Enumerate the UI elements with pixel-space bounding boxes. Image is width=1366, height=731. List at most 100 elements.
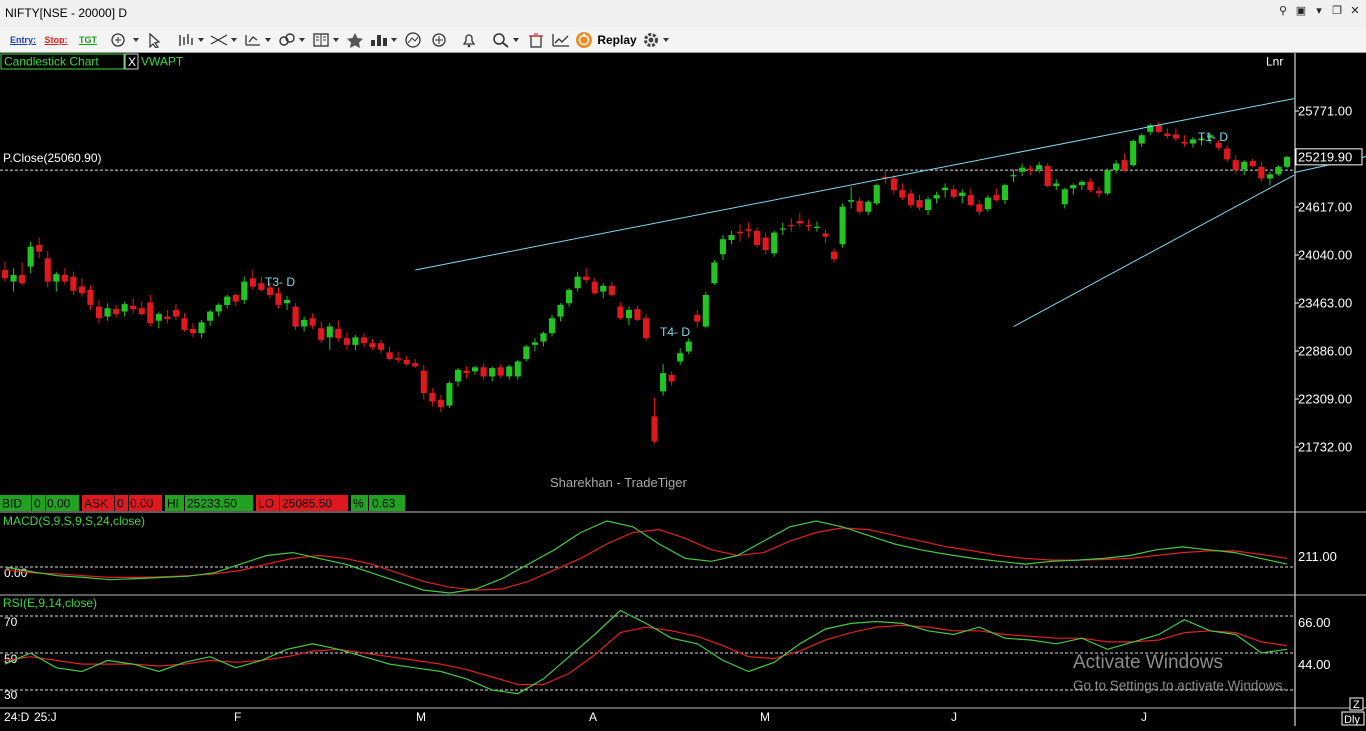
replay-button[interactable]: Replay [574,30,638,49]
trendline[interactable] [1013,174,1295,327]
link-button[interactable] [276,30,308,49]
drawing-tools-button[interactable] [208,30,240,49]
zoom-reset-label[interactable]: Z [1353,699,1360,711]
periodicity-label[interactable]: Dly [1344,714,1360,726]
candle-down [796,212,803,227]
compare-button[interactable] [368,30,400,49]
candle-up [283,295,291,310]
templates-button[interactable] [310,30,342,49]
candle-body [1283,156,1291,167]
prev-close-label: P.Close(25060.90) [3,151,102,165]
candle-body [600,285,607,292]
candle-body [822,233,829,237]
chart-canvas[interactable]: Candlestick Chart X VWAPT Lnr P.Close(25… [0,53,1366,726]
indicator-menu-button[interactable] [108,30,140,49]
close-icon[interactable]: ✕ [1348,4,1362,18]
rsi-label[interactable]: RSI(E,9,14,close) [3,596,97,610]
candle-body [660,373,667,392]
candle-down [360,333,368,348]
cursor-tool-button[interactable] [144,30,166,49]
x-label-24d: 24:D [4,710,30,724]
scanner-button[interactable] [402,30,424,49]
user-icon[interactable]: ▣ [1294,4,1308,18]
candle-body [249,278,256,287]
macd-zero-label: 0.00 [4,566,28,580]
alerts-button[interactable] [458,30,480,49]
candle-body [1053,183,1060,186]
chart-type-label[interactable]: Candlestick Chart [4,55,99,69]
trendline[interactable] [415,98,1295,271]
candle-body [19,274,26,284]
chart-type-button[interactable] [176,30,206,49]
studies-button[interactable] [550,30,572,49]
replay-label: Replay [597,32,637,47]
macd-label[interactable]: MACD(S,9,S,9,S,24,close) [3,514,145,528]
x-label-apr: A [589,710,597,724]
scale-type-label[interactable]: Lnr [1266,55,1283,69]
delete-button[interactable] [526,30,546,49]
search-icon[interactable]: ⚲ [1276,4,1290,18]
candle-body [642,318,650,339]
vwap-label[interactable]: VWAPT [141,55,184,69]
zoom-button[interactable] [490,30,522,49]
ask-qty: 0 [117,497,124,511]
trendline-label-t1[interactable]: T1- D [1198,130,1228,144]
trendline-label-t3[interactable]: T3- D [265,275,295,289]
target-button[interactable]: TGT [74,30,102,49]
link-icon [279,32,305,46]
candle-body [788,225,795,227]
restore-icon[interactable]: ❐ [1330,4,1344,18]
chevron-down-icon[interactable]: ▾ [1312,4,1326,18]
candle-body [959,192,966,196]
indicator-icon [111,32,139,47]
candle-body [70,276,77,291]
candle-body [1070,185,1077,189]
candle-down [788,218,795,232]
candle-up [198,319,205,339]
ask-label: ASK [84,497,108,511]
candle-up [352,334,359,350]
trendline-label-t4[interactable]: T4- D [660,325,690,339]
candle-down [805,219,812,231]
chart-area[interactable]: Candlestick Chart X VWAPT Lnr P.Close(25… [0,53,1366,726]
candle-down [147,294,154,327]
close-icon[interactable]: X [128,55,136,69]
candle-down [1095,186,1103,198]
pct-value: 0.63 [372,497,396,511]
bell-icon [462,33,476,47]
candle-body [301,319,308,327]
favorites-button[interactable] [344,30,366,49]
candle-down [395,351,402,364]
candle-up [1138,133,1145,147]
candle-up [660,363,667,396]
candle-body [839,206,846,245]
candle-body [506,366,513,377]
candle-down [899,183,906,201]
candle-up [924,196,932,216]
candle-up [1036,161,1043,173]
stop-button[interactable]: Stop: [42,30,70,49]
candle-up [933,191,940,204]
candle-up [489,366,496,382]
candle-down [61,268,68,285]
candle-body [121,304,128,312]
target-label: TGT [79,34,97,45]
candle-down [916,195,923,211]
news-button[interactable] [428,30,450,49]
candle-down [1027,165,1034,176]
candle-up [224,294,231,309]
candle-down [856,196,863,215]
candle-body [574,276,581,289]
settings-button[interactable] [640,30,672,49]
candle-up [574,271,581,292]
candle-up [711,259,718,285]
candle-body [1036,165,1043,170]
entry-button[interactable]: Entry: [9,30,37,49]
candle-up [677,348,684,365]
fibonacci-button[interactable] [242,30,274,49]
candle-up [523,344,530,362]
candle-up [540,331,547,347]
candle-down [258,276,265,292]
candle-down [335,320,342,342]
candle-body [1172,134,1179,139]
